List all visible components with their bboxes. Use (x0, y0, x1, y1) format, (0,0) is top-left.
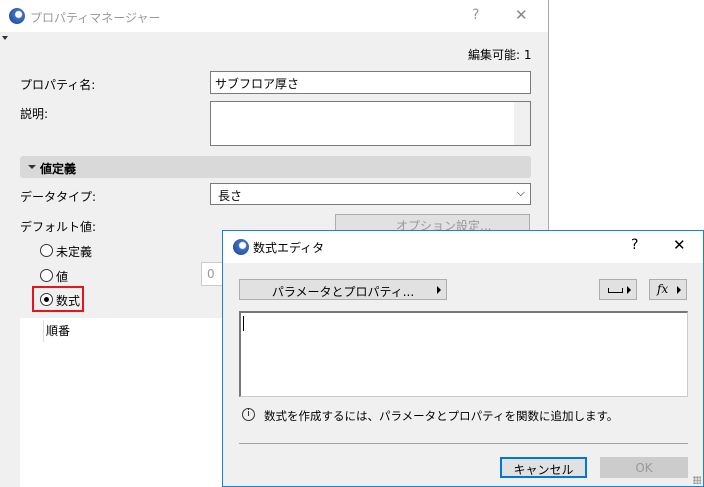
parameters-properties-button[interactable]: パラメータとプロパティ... (239, 279, 447, 300)
order-list[interactable]: 順番 (20, 318, 222, 487)
description-textarea[interactable] (210, 101, 531, 146)
ok-button[interactable]: OK (600, 457, 688, 478)
property-name-value: サブフロア厚さ (215, 77, 300, 91)
data-type-select[interactable]: 長さ ⌵ (210, 183, 531, 205)
info-icon: i (242, 408, 255, 421)
section-title: 値定義 (40, 162, 77, 176)
radio-icon (40, 244, 53, 257)
submenu-arrow-icon (627, 286, 631, 294)
editable-count: 編集可能: 1 (468, 48, 532, 62)
radio-label: 未定義 (56, 245, 93, 259)
function-icon: fx (657, 282, 669, 296)
radio-selected-icon (40, 293, 53, 306)
formula-textarea[interactable] (239, 311, 688, 397)
ruler-icon (608, 288, 623, 293)
scrollbar[interactable] (514, 102, 530, 145)
app-logo-icon (9, 8, 25, 24)
column-divider (43, 320, 44, 342)
functions-button[interactable]: fx (649, 279, 687, 300)
submenu-arrow-icon (437, 286, 441, 294)
data-type-value: 長さ (218, 189, 243, 203)
units-button[interactable] (599, 279, 637, 300)
submenu-arrow-icon (677, 286, 681, 294)
default-value-label: デフォルト値: (20, 220, 97, 234)
close-button[interactable]: ✕ (515, 6, 528, 24)
window-title: プロパティマネージャー (30, 11, 161, 25)
dialog-title-bar: 数式エディタ ? ✕ (223, 231, 703, 263)
title-bar: プロパティマネージャー ? ✕ (0, 0, 548, 32)
expand-triangle-icon (28, 165, 36, 169)
close-button[interactable]: ✕ (673, 236, 686, 254)
dialog-title: 数式エディタ (253, 241, 325, 255)
radio-label: 数式 (56, 294, 81, 308)
resize-grip-icon[interactable] (693, 476, 701, 484)
value-definition-section[interactable]: 値定義 (20, 156, 531, 178)
divider (239, 443, 688, 444)
property-name-input[interactable]: サブフロア厚さ (210, 71, 531, 94)
help-button[interactable]: ? (631, 237, 638, 253)
info-text: 数式を作成するには、パラメータとプロパティを関数に追加します。 (264, 409, 619, 423)
data-type-label: データタイプ: (20, 190, 97, 204)
property-name-label: プロパティ名: (20, 78, 96, 92)
collapse-arrow-icon[interactable] (2, 36, 8, 40)
radio-label: 値 (56, 270, 69, 284)
text-cursor (243, 316, 244, 331)
button-label: パラメータとプロパティ... (271, 285, 415, 299)
radio-icon (40, 269, 53, 282)
formula-editor-dialog: 数式エディタ ? ✕ パラメータとプロパティ... fx i 数式を作成するには… (222, 230, 704, 487)
app-logo-icon (233, 239, 249, 255)
chevron-down-icon: ⌵ (516, 186, 525, 199)
order-column-header: 順番 (46, 324, 71, 338)
value-input-text: 0 (207, 267, 215, 281)
help-button[interactable]: ? (472, 7, 479, 23)
description-label: 説明: (20, 107, 49, 121)
cancel-button[interactable]: キャンセル (500, 457, 587, 478)
